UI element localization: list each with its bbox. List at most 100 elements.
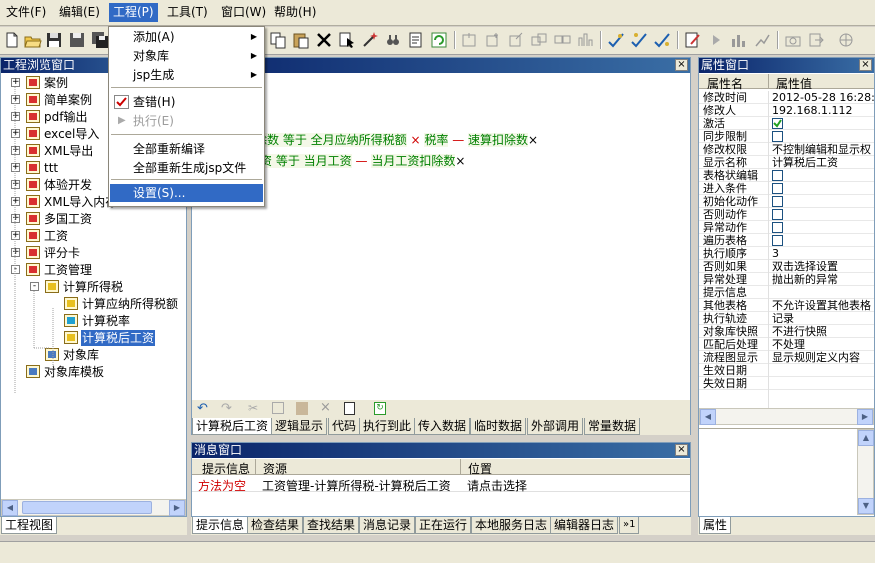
- tab-project-view[interactable]: 工程视图: [1, 517, 58, 534]
- open-folder-icon[interactable]: [23, 30, 43, 50]
- menu-item-regenerate-jsp[interactable]: 全部重新生成jsp文件: [110, 159, 263, 177]
- check-spell-icon[interactable]: [606, 30, 626, 50]
- tab-editor-4[interactable]: 传入数据: [414, 418, 471, 435]
- more-tabs-button[interactable]: »1: [619, 517, 640, 534]
- rule-token[interactable]: 速算扣除数: [468, 133, 529, 147]
- property-value[interactable]: 抛出新的异常: [772, 273, 874, 286]
- column-header-value[interactable]: 属性值: [776, 75, 812, 92]
- rule-line[interactable]: 资 等于 当月工资 — 当月工资扣除数×: [260, 153, 465, 170]
- tab-editor-3[interactable]: 执行到此: [359, 418, 416, 435]
- column-header-name[interactable]: 属性名: [707, 75, 743, 92]
- tab-editor-0[interactable]: 计算税后工资: [192, 418, 273, 435]
- rule-line[interactable]: 除数 等于 全月应纳所得税额 × 税率 — 速算扣除数×: [255, 132, 538, 149]
- edit-doc-icon[interactable]: [683, 30, 703, 50]
- close-icon[interactable]: ×: [675, 59, 688, 71]
- tab-message-5[interactable]: 本地服务日志: [471, 517, 552, 534]
- tab-editor-6[interactable]: 外部调用: [527, 418, 584, 435]
- scroll-right-icon[interactable]: ▶: [857, 409, 873, 425]
- tree-node[interactable]: - 工资管理: [1, 262, 186, 278]
- expand-icon[interactable]: +: [11, 248, 20, 257]
- expand-icon[interactable]: +: [11, 146, 20, 155]
- tab-editor-7[interactable]: 常量数据: [584, 418, 641, 435]
- property-row[interactable]: 其他表格 不允许设置其他表格: [699, 299, 874, 312]
- delete-icon[interactable]: [314, 30, 334, 50]
- property-row[interactable]: 初始化动作: [699, 195, 874, 208]
- property-checkbox[interactable]: [772, 209, 783, 220]
- check-all-icon[interactable]: [629, 30, 649, 50]
- menu-project[interactable]: 工程(P): [109, 3, 158, 22]
- tab-message-4[interactable]: 正在运行: [415, 517, 472, 534]
- tab-message-6[interactable]: 编辑器日志: [550, 517, 619, 534]
- refresh-icon[interactable]: [429, 30, 449, 50]
- property-row[interactable]: 生效日期: [699, 364, 874, 377]
- run-icon[interactable]: [706, 30, 726, 50]
- property-value[interactable]: 不控制编辑和显示权: [772, 143, 874, 156]
- document-icon[interactable]: [406, 30, 426, 50]
- menu-item-object-library[interactable]: 对象库 ▶: [110, 47, 263, 65]
- expand-icon[interactable]: +: [11, 112, 20, 121]
- rule-token[interactable]: 税率: [424, 133, 449, 147]
- menu-item-settings[interactable]: 设置(S)...: [110, 184, 263, 202]
- expand-icon[interactable]: +: [11, 180, 20, 189]
- menu-item-execute[interactable]: 执行(E) ▶: [110, 112, 263, 130]
- property-row[interactable]: 进入条件: [699, 182, 874, 195]
- tree-node[interactable]: 计算税后工资: [1, 330, 186, 346]
- horizontal-scrollbar[interactable]: ◀ ▶: [699, 408, 874, 425]
- column-header-resource[interactable]: 资源: [263, 460, 287, 477]
- select-icon[interactable]: [337, 30, 357, 50]
- tab-message-3[interactable]: 消息记录: [359, 517, 416, 534]
- insert-node-icon[interactable]: [529, 30, 549, 50]
- tree-node[interactable]: 计算税率: [1, 313, 186, 329]
- bar-icon[interactable]: [575, 30, 595, 50]
- property-checkbox[interactable]: [772, 183, 783, 194]
- property-row[interactable]: 否则如果 双击选择设置: [699, 260, 874, 273]
- tab-message-0[interactable]: 提示信息: [192, 517, 249, 534]
- trend-icon[interactable]: [752, 30, 772, 50]
- property-row[interactable]: 修改权限 不控制编辑和显示权: [699, 143, 874, 156]
- tab-message-2[interactable]: 查找结果: [303, 517, 360, 534]
- new-file-icon[interactable]: [2, 30, 22, 50]
- property-checkbox[interactable]: [772, 235, 783, 246]
- table-row[interactable]: 方法为空 工资管理-计算所得税-计算税后工资 请点击选择: [192, 476, 690, 493]
- vertical-scrollbar[interactable]: ▲ ▼: [857, 429, 874, 515]
- property-value[interactable]: 显示规则定义内容: [772, 351, 874, 364]
- property-checkbox[interactable]: [772, 196, 783, 207]
- rule-token[interactable]: ×: [455, 154, 465, 168]
- save-as-icon[interactable]: [67, 30, 87, 50]
- property-value[interactable]: 192.168.1.112: [772, 104, 874, 117]
- property-row[interactable]: 修改时间 2012-05-28 16:28:: [699, 91, 874, 104]
- menu-tools[interactable]: 工具(T): [163, 3, 212, 22]
- menu-item-jsp-generate[interactable]: jsp生成 ▶: [110, 66, 263, 84]
- tab-message-1[interactable]: 检查结果: [247, 517, 304, 534]
- menu-item-check-errors[interactable]: 查错(H): [110, 93, 263, 111]
- paste-icon[interactable]: [296, 402, 308, 415]
- column-header-location[interactable]: 位置: [468, 460, 492, 477]
- property-row[interactable]: 修改人 192.168.1.112: [699, 104, 874, 117]
- property-value[interactable]: 2012-05-28 16:28:: [772, 91, 874, 104]
- find-icon[interactable]: [383, 30, 403, 50]
- property-value[interactable]: 不允许设置其他表格: [772, 299, 874, 312]
- link-icon[interactable]: [460, 30, 480, 50]
- chart-icon[interactable]: [729, 30, 749, 50]
- property-value[interactable]: 3: [772, 247, 874, 260]
- globe-icon[interactable]: [836, 30, 856, 50]
- menu-item-recompile-all[interactable]: 全部重新编译: [110, 140, 263, 158]
- property-row[interactable]: 同步限制: [699, 130, 874, 143]
- export-icon[interactable]: [806, 30, 826, 50]
- expand-icon[interactable]: +: [11, 231, 20, 240]
- copy-icon[interactable]: [268, 30, 288, 50]
- add-node-icon[interactable]: [483, 30, 503, 50]
- tab-editor-2[interactable]: 代码: [328, 418, 361, 435]
- property-row[interactable]: 执行顺序 3: [699, 247, 874, 260]
- tree-node[interactable]: 对象库模板: [1, 364, 186, 380]
- property-row[interactable]: 异常动作: [699, 221, 874, 234]
- menu-window[interactable]: 窗口(W): [217, 3, 270, 22]
- tree-node[interactable]: 计算应纳所得税额: [1, 296, 186, 312]
- property-row[interactable]: 激活: [699, 117, 874, 130]
- paste-icon[interactable]: [291, 30, 311, 50]
- expand-icon[interactable]: +: [11, 129, 20, 138]
- tab-editor-1[interactable]: 逻辑显示: [271, 418, 328, 435]
- property-row[interactable]: 对象库快照 不进行快照: [699, 325, 874, 338]
- wand-icon[interactable]: [360, 30, 380, 50]
- redo-icon[interactable]: ↷: [221, 401, 232, 416]
